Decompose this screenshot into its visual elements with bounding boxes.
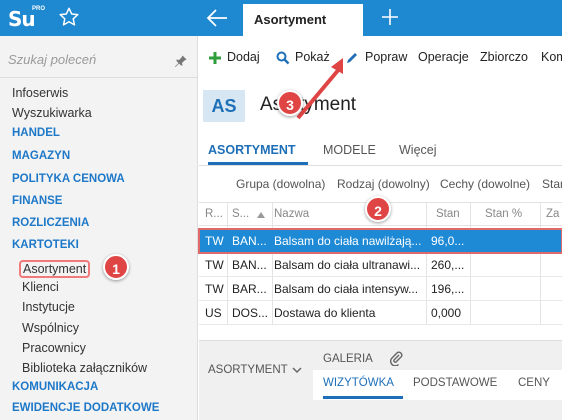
type-cell: TW — [205, 234, 224, 248]
stock-cell: 0,000 — [431, 306, 462, 320]
symbol-cell: DOS... — [232, 306, 269, 320]
tab-business-card[interactable]: WIZYTÓWKA — [323, 377, 394, 389]
active-tab-indicator — [208, 162, 308, 165]
command-search — [0, 42, 198, 78]
sidebar-item[interactable]: Infoserwis — [12, 86, 68, 100]
filter-kind[interactable]: Rodzaj (dowolny) — [337, 177, 430, 191]
sidebar-item[interactable]: Instytucje — [22, 300, 75, 314]
column-header[interactable]: Nazwa — [274, 208, 309, 220]
page-title: Asortyment — [260, 94, 357, 115]
tab-prices[interactable]: CENY — [518, 377, 550, 389]
top-bar: Su PRO Asortyment — [0, 0, 562, 36]
app-logo[interactable]: Su PRO — [6, 3, 46, 33]
tab-gallery[interactable]: GALERIA — [323, 353, 373, 365]
star-icon[interactable] — [58, 6, 80, 28]
column-header[interactable]: Za — [546, 208, 559, 220]
tab-basic[interactable]: PODSTAWOWE — [413, 377, 497, 389]
sidebar-item[interactable]: Klienci — [22, 280, 59, 294]
table-row[interactable]: US DOS... Dostawa do klienta 0,000 — [199, 301, 562, 325]
callout-2: 2 — [365, 196, 391, 222]
more-button[interactable]: Kom — [541, 50, 562, 64]
symbol-cell: BAN... — [232, 234, 267, 248]
column-header[interactable]: S... — [232, 208, 249, 220]
logo-sup: PRO — [32, 6, 46, 12]
name-cell: Balsam do ciała ultranawi... — [274, 258, 421, 272]
sidebar-section[interactable]: KARTOTEKI — [12, 239, 79, 251]
chevron-down-icon[interactable] — [292, 366, 302, 374]
table-row[interactable]: TW BAN... Balsam do ciała ultranawi... 260,… — [199, 253, 562, 277]
pin-icon[interactable] — [174, 54, 188, 68]
table-row[interactable]: TW BAR... Balsam do ciała intensyw... 196,.… — [199, 277, 562, 301]
command-search-input[interactable] — [8, 48, 168, 70]
column-header[interactable]: Stan — [436, 208, 460, 220]
back-arrow-icon[interactable] — [206, 8, 228, 28]
callout-3: 3 — [277, 90, 303, 116]
tab-asortyment[interactable]: Asortyment — [243, 4, 363, 36]
name-cell: Dostawa do klienta — [274, 306, 376, 320]
stock-cell: 196,... — [431, 282, 465, 296]
name-cell: Balsam do ciała intensyw... — [274, 282, 419, 296]
type-cell: TW — [205, 258, 224, 272]
filter-state[interactable]: Stan (do — [542, 177, 562, 191]
stock-cell: 96,0... — [431, 234, 465, 248]
stock-cell: 260,... — [431, 258, 465, 272]
sidebar-section[interactable]: ROZLICZENIA — [12, 217, 89, 229]
tab-models[interactable]: MODELE — [323, 143, 376, 157]
paperclip-icon[interactable] — [389, 350, 403, 366]
sidebar-section[interactable]: POLITYKA CENOWA — [12, 173, 125, 185]
type-cell: US — [205, 306, 222, 320]
module-badge: AS — [203, 90, 245, 122]
column-header[interactable]: Stan % — [485, 208, 522, 220]
table-row[interactable]: TW BAN... Balsam do ciała nawilżają... 96,0… — [198, 228, 562, 254]
sidebar-section[interactable]: EWIDENCJE DODATKOWE — [12, 402, 159, 414]
detail-assortment-dropdown[interactable]: ASORTYMENT — [208, 364, 288, 376]
filter-features[interactable]: Cechy (dowolne) — [440, 177, 530, 191]
sidebar-item[interactable]: Wyszukiwarka — [12, 106, 92, 120]
sidebar-section[interactable]: HANDEL — [12, 127, 60, 139]
bulk-button[interactable]: Zbiorczo — [480, 50, 528, 64]
sidebar-item[interactable]: Wspólnicy — [22, 321, 79, 335]
column-header[interactable]: R... — [205, 208, 223, 220]
sidebar-item[interactable]: Biblioteka załączników — [22, 361, 147, 375]
active-detail-tab-indicator — [323, 396, 403, 399]
add-button[interactable]: Dodaj — [227, 50, 260, 64]
name-cell: Balsam do ciała nawilżają... — [274, 234, 422, 248]
symbol-cell: BAR... — [232, 282, 267, 296]
logo-text: Su — [8, 7, 36, 31]
new-tab-plus-icon[interactable] — [381, 8, 399, 26]
plus-icon — [209, 52, 221, 64]
sidebar-item[interactable]: Asortyment — [19, 260, 91, 278]
tab-asortyment-label: Asortyment — [254, 12, 327, 27]
show-button[interactable]: Pokaż — [295, 50, 330, 64]
sidebar-section[interactable]: MAGAZYN — [12, 150, 70, 162]
sort-asc-icon — [257, 212, 265, 218]
sidebar-section[interactable]: FINANSE — [12, 195, 62, 207]
tab-more[interactable]: Więcej — [399, 143, 437, 157]
callout-1: 1 — [103, 254, 129, 280]
search-icon — [276, 51, 290, 65]
edit-button[interactable]: Popraw — [365, 50, 407, 64]
sidebar-section[interactable]: KOMUNIKACJA — [12, 381, 98, 393]
operations-button[interactable]: Operacje — [418, 50, 469, 64]
filter-group[interactable]: Grupa (dowolna) — [236, 177, 325, 191]
symbol-cell: BAN... — [232, 258, 267, 272]
sidebar-item[interactable]: Pracownicy — [22, 341, 86, 355]
tab-assortment[interactable]: ASORTYMENT — [208, 143, 296, 157]
pencil-icon — [347, 53, 357, 63]
type-cell: TW — [205, 282, 224, 296]
